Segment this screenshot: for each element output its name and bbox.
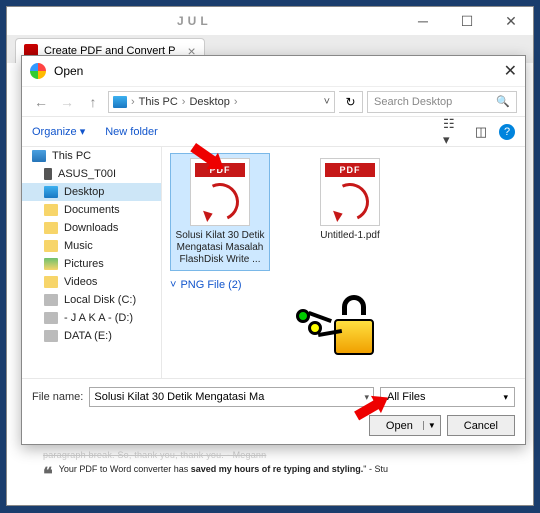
titlebar-center-text: JUL	[177, 14, 212, 28]
file-list: PDF Solusi Kilat 30 Detik Mengatasi Masa…	[162, 147, 525, 378]
page-background-text: paragraph break. So, thank you, thank yo…	[43, 450, 513, 485]
dialog-close-button[interactable]: ✕	[504, 61, 517, 81]
chrome-icon	[30, 63, 46, 79]
sidebar-this-pc[interactable]: This PC	[22, 147, 161, 165]
pdf-file-icon: PDF	[190, 158, 250, 226]
dropdown-icon[interactable]: ▾	[503, 392, 508, 403]
file-item-selected[interactable]: PDF Solusi Kilat 30 Detik Mengatasi Masa…	[170, 153, 270, 271]
cancel-button[interactable]: Cancel	[447, 415, 515, 436]
chevron-right-icon: ›	[131, 96, 135, 108]
desktop-icon	[44, 186, 58, 198]
preview-pane-button[interactable]: ◫	[471, 123, 491, 141]
chevron-down-icon: ˅	[170, 279, 176, 291]
forward-button[interactable]: →	[56, 91, 78, 113]
music-icon	[44, 240, 58, 252]
view-options-button[interactable]: ☷ ▾	[443, 123, 463, 141]
pictures-icon	[44, 258, 58, 270]
search-input[interactable]: Search Desktop 🔍	[367, 91, 517, 113]
address-dropdown-icon[interactable]: ˅	[324, 96, 330, 108]
minimize-button[interactable]: ─	[401, 7, 445, 35]
open-split-dropdown[interactable]: ▼	[423, 421, 436, 430]
toolbar: Organize ▾ New folder ☷ ▾ ◫ ?	[22, 116, 525, 146]
sidebar-item-disk-d[interactable]: - J A K A - (D:)	[22, 309, 161, 327]
breadcrumb-current[interactable]: Desktop	[189, 96, 229, 108]
chevron-right-icon: ›	[182, 96, 186, 108]
testimonial-text: Your PDF to Word converter has saved my …	[59, 464, 388, 485]
sidebar-item-disk-e[interactable]: DATA (E:)	[22, 327, 161, 345]
back-button[interactable]: ←	[30, 91, 52, 113]
maximize-button[interactable]: ☐	[445, 7, 489, 35]
sidebar-item-music[interactable]: Music	[22, 237, 161, 255]
open-button[interactable]: Open ▼	[369, 415, 441, 436]
open-file-dialog: Open ✕ ← → ↑ › This PC › Desktop › ˅ ↻ S…	[21, 55, 526, 445]
organize-menu[interactable]: Organize ▾	[32, 125, 85, 138]
png-thumbnail[interactable]	[290, 295, 380, 355]
file-group-header[interactable]: ˅ PNG File (2)	[170, 279, 517, 291]
dialog-titlebar: Open ✕	[22, 56, 525, 86]
sidebar-item-videos[interactable]: Videos	[22, 273, 161, 291]
up-button[interactable]: ↑	[82, 91, 104, 113]
filename-label: File name:	[32, 391, 83, 403]
sidebar-item-downloads[interactable]: Downloads	[22, 219, 161, 237]
browser-window: JUL ─ ☐ ✕ Create PDF and Convert P × par…	[6, 6, 534, 506]
chevron-right-icon: ›	[234, 96, 238, 108]
dialog-title: Open	[54, 64, 83, 78]
dropdown-icon[interactable]: ▾	[364, 392, 369, 403]
search-icon: 🔍	[496, 95, 510, 108]
search-placeholder: Search Desktop	[374, 96, 452, 108]
pc-icon	[113, 96, 127, 108]
disk-icon	[44, 312, 58, 324]
browser-titlebar: JUL ─ ☐ ✕	[7, 7, 533, 35]
file-item[interactable]: PDF Untitled-1.pdf	[300, 153, 400, 271]
sidebar-item-documents[interactable]: Documents	[22, 201, 161, 219]
pdf-file-icon: PDF	[320, 158, 380, 226]
downloads-icon	[44, 222, 58, 234]
sidebar-item-phone[interactable]: ASUS_T00I	[22, 165, 161, 183]
file-name: Untitled-1.pdf	[305, 230, 395, 242]
help-button[interactable]: ?	[499, 124, 515, 140]
quote-mark-icon: ❝	[43, 464, 53, 485]
sidebar: This PC ASUS_T00I Desktop Documents Down…	[22, 147, 162, 378]
disk-icon	[44, 330, 58, 342]
breadcrumb-root[interactable]: This PC	[139, 96, 178, 108]
new-folder-button[interactable]: New folder	[105, 126, 158, 138]
address-bar[interactable]: › This PC › Desktop › ˅	[108, 91, 335, 113]
folder-icon	[44, 204, 58, 216]
sidebar-item-pictures[interactable]: Pictures	[22, 255, 161, 273]
filename-input[interactable]: Solusi Kilat 30 Detik Mengatasi Ma ▾	[89, 387, 374, 407]
file-name: Solusi Kilat 30 Detik Mengatasi Masalah …	[175, 230, 265, 266]
close-window-button[interactable]: ✕	[489, 7, 533, 35]
sidebar-item-disk-c[interactable]: Local Disk (C:)	[22, 291, 161, 309]
videos-icon	[44, 276, 58, 288]
file-type-filter[interactable]: All Files ▾	[380, 387, 515, 407]
bg-line1: paragraph break. So, thank you, thank yo…	[43, 450, 513, 460]
dialog-bottom-pane: File name: Solusi Kilat 30 Detik Mengata…	[22, 378, 525, 444]
nav-row: ← → ↑ › This PC › Desktop › ˅ ↻ Search D…	[22, 86, 525, 116]
disk-icon	[44, 294, 58, 306]
pc-icon	[32, 150, 46, 162]
phone-icon	[44, 168, 52, 180]
sidebar-item-desktop[interactable]: Desktop	[22, 183, 161, 201]
refresh-button[interactable]: ↻	[339, 91, 363, 113]
